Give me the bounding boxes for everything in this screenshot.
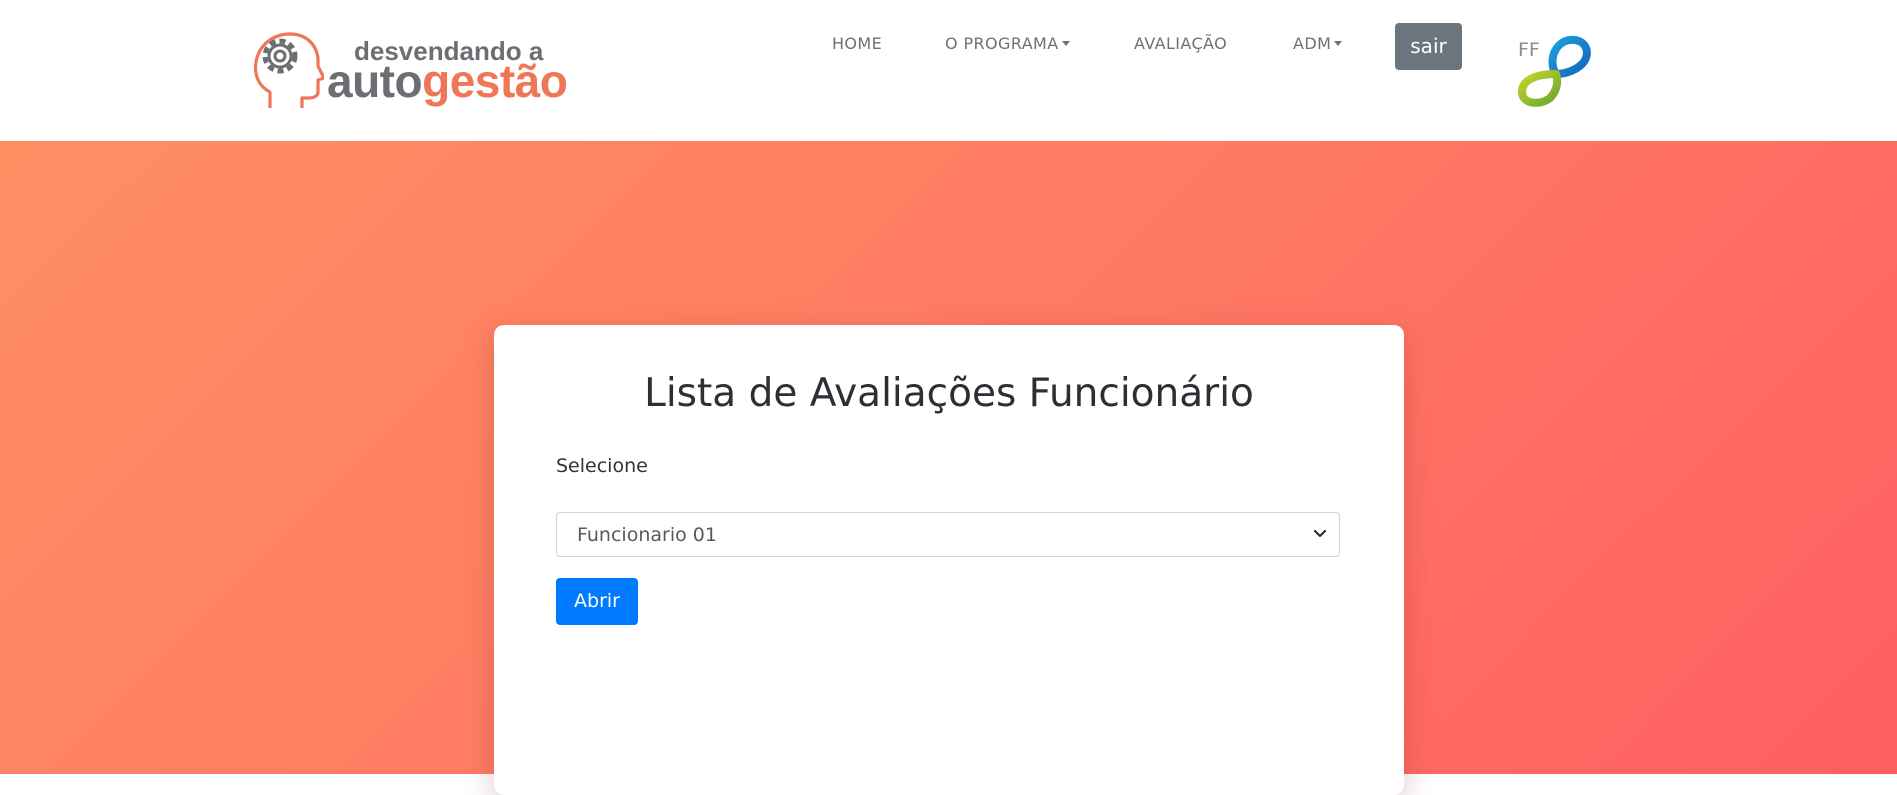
svg-text:FF: FF [1518,39,1540,61]
infinity-logo-icon: FF [1517,35,1591,107]
nav-item-adm[interactable]: ADM [1293,34,1343,53]
employee-select-value: Funcionario 01 [577,524,717,546]
nav-item-label: HOME [832,34,883,53]
open-button[interactable]: Abrir [556,578,638,625]
gear-head-icon [253,32,324,108]
partner-logo[interactable]: FF [1510,32,1594,108]
logout-button[interactable]: sair [1395,23,1462,70]
chevron-down-icon [1313,529,1327,538]
nav-item-label: ADM [1293,34,1332,53]
logo-wordmark: autogestão [327,54,568,108]
page-title: Lista de Avaliações Funcionário [644,371,1254,416]
top-navbar: desvendando a autogestão HOME O PROGRAMA… [0,0,1897,141]
nav-item-home[interactable]: HOME [832,34,882,53]
logo-wordmark-auto: auto [327,55,423,107]
evaluation-list-card: Lista de Avaliações Funcionário Selecion… [494,325,1404,795]
nav-item-avaliacao[interactable]: AVALIAÇÃO [1134,34,1227,53]
caret-down-icon [1334,41,1343,46]
employee-select-label: Selecione [556,455,648,477]
brand-logo[interactable]: desvendando a autogestão [250,26,580,112]
caret-down-icon [1061,41,1070,46]
employee-select[interactable]: Funcionario 01 [556,512,1340,557]
logo-wordmark-gestao: gestão [422,55,568,107]
nav-item-label: O PROGRAMA [945,34,1059,53]
nav-item-o-programa[interactable]: O PROGRAMA [945,34,1070,53]
nav-item-label: AVALIAÇÃO [1134,34,1228,53]
